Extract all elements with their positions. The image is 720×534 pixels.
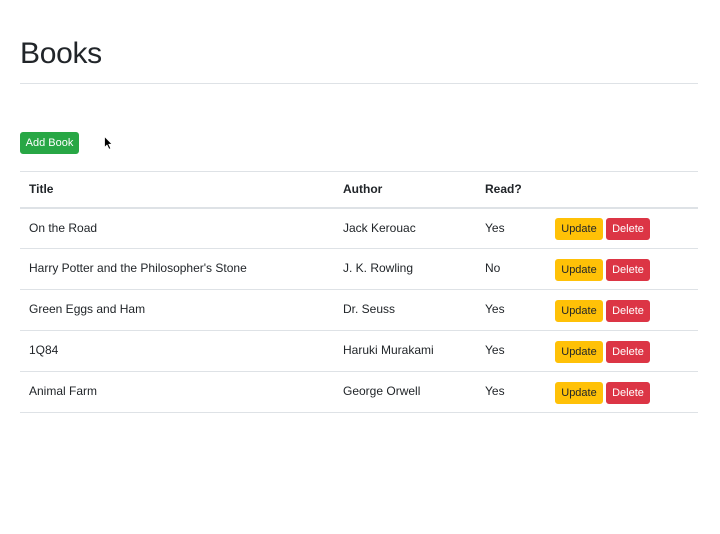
book-author-cell: Haruki Murakami xyxy=(334,330,476,372)
mouse-pointer-icon xyxy=(104,136,113,150)
book-author-cell: Jack Kerouac xyxy=(334,207,476,249)
row-actions: Update Delete xyxy=(546,248,698,290)
book-read-cell: Yes xyxy=(476,371,546,413)
book-title-cell: Harry Potter and the Philosopher's Stone xyxy=(20,248,334,290)
book-read-cell: Yes xyxy=(476,289,546,331)
book-read-cell: No xyxy=(476,248,546,290)
table-row: Harry Potter and the Philosopher's Stone… xyxy=(20,248,698,290)
delete-button[interactable]: Delete xyxy=(606,300,650,322)
title-divider xyxy=(20,83,698,84)
table-row: Green Eggs and Ham Dr. Seuss Yes Update D… xyxy=(20,289,698,331)
column-header-title: Title xyxy=(20,171,334,209)
row-actions: Update Delete xyxy=(546,371,698,413)
table-row: Animal Farm George Orwell Yes Update Dele… xyxy=(20,371,698,413)
delete-button[interactable]: Delete xyxy=(606,341,650,363)
row-actions: Update Delete xyxy=(546,289,698,331)
update-button[interactable]: Update xyxy=(555,341,603,363)
book-read-cell: Yes xyxy=(476,330,546,372)
column-header-actions xyxy=(546,171,698,209)
column-header-author: Author xyxy=(334,171,476,209)
update-button[interactable]: Update xyxy=(555,382,603,404)
book-read-cell: Yes xyxy=(476,207,546,249)
table-row: On the Road Jack Kerouac Yes Update Delet… xyxy=(20,207,698,249)
table-header-row: Title Author Read? xyxy=(20,171,698,209)
page-title: Books xyxy=(20,37,102,70)
add-book-button[interactable]: Add Book xyxy=(20,132,79,154)
book-title-cell: Animal Farm xyxy=(20,371,334,413)
book-title-cell: 1Q84 xyxy=(20,330,334,372)
column-header-read: Read? xyxy=(476,171,546,209)
row-actions: Update Delete xyxy=(546,330,698,372)
row-actions: Update Delete xyxy=(546,207,698,249)
update-button[interactable]: Update xyxy=(555,259,603,281)
delete-button[interactable]: Delete xyxy=(606,259,650,281)
book-author-cell: J. K. Rowling xyxy=(334,248,476,290)
book-title-cell: Green Eggs and Ham xyxy=(20,289,334,331)
book-author-cell: Dr. Seuss xyxy=(334,289,476,331)
update-button[interactable]: Update xyxy=(555,300,603,322)
book-title-cell: On the Road xyxy=(20,207,334,249)
table-row: 1Q84 Haruki Murakami Yes Update Delete xyxy=(20,330,698,372)
book-author-cell: George Orwell xyxy=(334,371,476,413)
update-button[interactable]: Update xyxy=(555,218,603,241)
delete-button[interactable]: Delete xyxy=(606,382,650,404)
delete-button[interactable]: Delete xyxy=(606,218,650,241)
books-table: Title Author Read? On the Road Jack Kero… xyxy=(20,171,698,413)
